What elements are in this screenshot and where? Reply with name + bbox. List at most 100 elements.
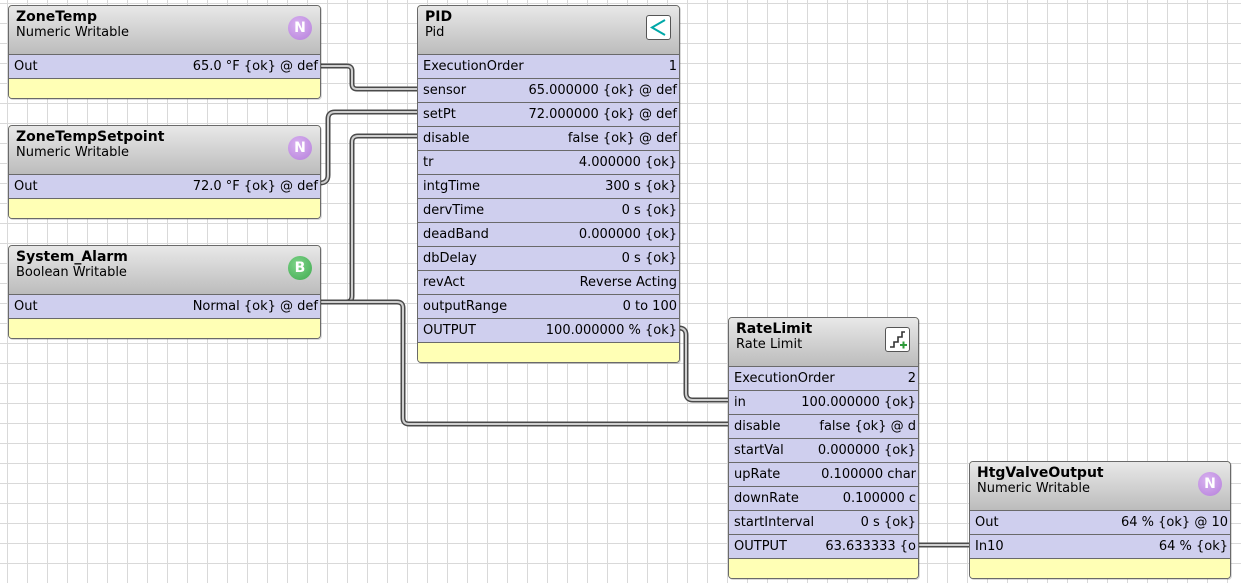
slot-name: ExecutionOrder bbox=[734, 371, 835, 386]
pid-icon bbox=[646, 15, 671, 40]
block-header[interactable]: HtgValveOutput Numeric Writable N bbox=[970, 462, 1230, 511]
block-footer bbox=[729, 559, 918, 578]
zonetemp-block[interactable]: ZoneTemp Numeric Writable N Out 65.0 °F … bbox=[8, 5, 321, 99]
link-alarm-to-pid-disable[interactable] bbox=[317, 133, 422, 305]
slot-name: OUTPUT bbox=[734, 539, 787, 554]
block-title: System_Alarm bbox=[16, 249, 128, 265]
block-header[interactable]: PID Pid bbox=[418, 6, 679, 55]
slot-value: Normal {ok} @ def bbox=[192, 299, 318, 314]
slot-value: 0.000000 {ok} bbox=[817, 443, 916, 458]
slot-output[interactable]: OUTPUT 100.000000 % {ok} bbox=[418, 319, 679, 343]
slot-dervtime[interactable]: dervTime 0 s {ok} bbox=[418, 199, 679, 223]
slot-value: 65.000000 {ok} @ def bbox=[528, 83, 677, 98]
block-header[interactable]: ZoneTempSetpoint Numeric Writable N bbox=[9, 126, 320, 175]
block-title: PID bbox=[425, 9, 453, 25]
slot-value: Reverse Acting bbox=[579, 275, 677, 290]
slot-value: 0.100000 c bbox=[842, 491, 916, 506]
slot-value: 0 to 100 bbox=[622, 299, 677, 314]
slot-name: Out bbox=[14, 59, 38, 74]
block-header[interactable]: RateLimit Rate Limit bbox=[729, 318, 918, 367]
block-header[interactable]: System_Alarm Boolean Writable B bbox=[9, 246, 320, 295]
slot-name: sensor bbox=[423, 83, 467, 98]
slot-outputrange[interactable]: outputRange 0 to 100 bbox=[418, 295, 679, 319]
slot-name: outputRange bbox=[423, 299, 508, 314]
slot-value: false {ok} @ def bbox=[567, 131, 677, 146]
system-alarm-block[interactable]: System_Alarm Boolean Writable B Out Norm… bbox=[8, 245, 321, 339]
slot-value: 1 bbox=[668, 59, 677, 74]
slot-name: In10 bbox=[975, 539, 1004, 554]
block-type: Numeric Writable bbox=[977, 481, 1091, 496]
slot-startval[interactable]: startVal 0.000000 {ok} bbox=[729, 439, 918, 463]
block-footer bbox=[418, 343, 679, 362]
slot-startinterval[interactable]: startInterval 0 s {ok} bbox=[729, 511, 918, 535]
slot-value: 65.0 °F {ok} @ def bbox=[192, 59, 318, 74]
slot-name: startVal bbox=[734, 443, 784, 458]
slot-revact[interactable]: revAct Reverse Acting bbox=[418, 271, 679, 295]
link-setpoint-to-setpt[interactable] bbox=[317, 109, 422, 186]
slot-name: revAct bbox=[423, 275, 465, 290]
slot-intgtime[interactable]: intgTime 300 s {ok} bbox=[418, 175, 679, 199]
slot-name: disable bbox=[423, 131, 470, 146]
ratelimit-block[interactable]: RateLimit Rate Limit ExecutionOrder 2 in 1… bbox=[728, 317, 919, 579]
slot-tr[interactable]: tr 4.000000 {ok} bbox=[418, 151, 679, 175]
slot-uprate[interactable]: upRate 0.100000 char bbox=[729, 463, 918, 487]
block-type: Boolean Writable bbox=[16, 265, 127, 280]
slot-value: 0.100000 char bbox=[821, 467, 916, 482]
slot-value: 0 s {ok} bbox=[621, 203, 677, 218]
slot-executionorder[interactable]: ExecutionOrder 2 bbox=[729, 367, 918, 391]
slot-downrate[interactable]: downRate 0.100000 c bbox=[729, 487, 918, 511]
slot-disable[interactable]: disable false {ok} @ def bbox=[418, 127, 679, 151]
pid-block[interactable]: PID Pid ExecutionOrder 1 sensor 65.000000 … bbox=[417, 5, 680, 363]
slot-name: dbDelay bbox=[423, 251, 477, 266]
slot-name: tr bbox=[423, 155, 434, 170]
block-footer bbox=[9, 319, 320, 338]
slot-value: 0 s {ok} bbox=[860, 515, 916, 530]
slot-output[interactable]: OUTPUT 63.633333 {o bbox=[729, 535, 918, 559]
slot-disable[interactable]: disable false {ok} @ d bbox=[729, 415, 918, 439]
slot-out[interactable]: Out 64 % {ok} @ 10 bbox=[970, 511, 1230, 535]
block-type: Pid bbox=[425, 25, 445, 40]
block-footer bbox=[9, 79, 320, 98]
slot-sensor[interactable]: sensor 65.000000 {ok} @ def bbox=[418, 79, 679, 103]
slot-value: 2 bbox=[907, 371, 916, 386]
numeric-point-icon: N bbox=[288, 16, 312, 40]
slot-name: disable bbox=[734, 419, 781, 434]
slot-name: startInterval bbox=[734, 515, 815, 530]
slot-name: setPt bbox=[423, 107, 456, 122]
slot-value: 63.633333 {o bbox=[825, 539, 916, 554]
block-footer bbox=[970, 559, 1230, 578]
slot-deadband[interactable]: deadBand 0.000000 {ok} bbox=[418, 223, 679, 247]
slot-dbdelay[interactable]: dbDelay 0 s {ok} bbox=[418, 247, 679, 271]
numeric-point-icon: N bbox=[288, 136, 312, 160]
block-footer bbox=[9, 199, 320, 218]
slot-name: Out bbox=[14, 179, 38, 194]
htgvalveoutput-block[interactable]: HtgValveOutput Numeric Writable N Out 64 … bbox=[969, 461, 1231, 579]
link-pid-output-to-ratelimit-in[interactable] bbox=[676, 325, 732, 403]
slot-name: ExecutionOrder bbox=[423, 59, 524, 74]
block-type: Numeric Writable bbox=[16, 145, 130, 160]
block-title: ZoneTemp bbox=[16, 9, 98, 25]
slot-setpt[interactable]: setPt 72.000000 {ok} @ def bbox=[418, 103, 679, 127]
slot-out[interactable]: Out 65.0 °F {ok} @ def bbox=[9, 55, 320, 79]
slot-name: dervTime bbox=[423, 203, 485, 218]
slot-name: OUTPUT bbox=[423, 323, 476, 338]
block-header[interactable]: ZoneTemp Numeric Writable N bbox=[9, 6, 320, 55]
slot-value: 0 s {ok} bbox=[621, 251, 677, 266]
slot-value: 100.000000 {ok} bbox=[801, 395, 916, 410]
slot-in[interactable]: in 100.000000 {ok} bbox=[729, 391, 918, 415]
slot-in10[interactable]: In10 64 % {ok} bbox=[970, 535, 1230, 559]
slot-value: 0.000000 {ok} bbox=[578, 227, 677, 242]
slot-out[interactable]: Out 72.0 °F {ok} @ def bbox=[9, 175, 320, 199]
slot-out[interactable]: Out Normal {ok} @ def bbox=[9, 295, 320, 319]
block-type: Numeric Writable bbox=[16, 25, 130, 40]
link-zonetemp-to-sensor[interactable] bbox=[317, 63, 422, 92]
slot-name: intgTime bbox=[423, 179, 481, 194]
slot-name: in bbox=[734, 395, 746, 410]
zonetempsetpoint-block[interactable]: ZoneTempSetpoint Numeric Writable N Out … bbox=[8, 125, 321, 219]
slot-value: false {ok} @ d bbox=[819, 419, 916, 434]
slot-value: 100.000000 % {ok} bbox=[545, 323, 677, 338]
slot-value: 72.000000 {ok} @ def bbox=[528, 107, 677, 122]
slot-name: deadBand bbox=[423, 227, 489, 242]
slot-executionorder[interactable]: ExecutionOrder 1 bbox=[418, 55, 679, 79]
slot-value: 72.0 °F {ok} @ def bbox=[192, 179, 318, 194]
